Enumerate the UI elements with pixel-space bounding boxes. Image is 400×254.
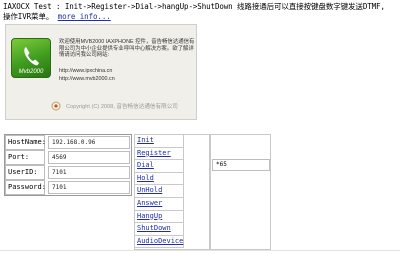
- dial-panel: [210, 134, 271, 250]
- audiodevice-button[interactable]: AudioDevice: [135, 235, 184, 249]
- product-banner: Mvb2000 欢迎使用MVB2000 IAXPHONE 控件，音告畅信达通信有…: [5, 24, 197, 120]
- copyright-line: Copyright (C) 2008, 音告畅信达通信有限公司: [51, 99, 178, 113]
- password-input[interactable]: 7101: [48, 181, 130, 194]
- host-input[interactable]: 192.168.0.96: [48, 136, 130, 149]
- phone-handset-icon: [24, 47, 39, 66]
- intro-line-1: IAXOCX Test : Init->Register->Dial->hang…: [3, 2, 385, 11]
- host-label: HostName:: [5, 135, 46, 150]
- hangup-button[interactable]: HangUp: [135, 210, 184, 224]
- intro-text: IAXOCX Test : Init->Register->Dial->hang…: [3, 2, 399, 22]
- website-link-2[interactable]: http://www.mvb2000.cn: [59, 76, 115, 82]
- user-input[interactable]: 7101: [48, 166, 130, 179]
- intro-line-2-text: 操作IVR菜单。: [3, 12, 54, 21]
- company-logo-icon: [51, 101, 61, 111]
- port-label: Port:: [5, 150, 45, 165]
- bottom-divider: [0, 250, 400, 251]
- phone-logo-icon: Mvb2000: [11, 38, 51, 78]
- more-info-link[interactable]: more info...: [58, 12, 111, 21]
- banner-description: 欢迎使用MVB2000 IAXPHONE 控件，音告畅信达通信有限公司为中小企业…: [59, 39, 195, 59]
- website-link-1[interactable]: http://www.ipxchina.cn: [59, 68, 112, 74]
- dial-number-input[interactable]: *65: [212, 159, 270, 171]
- logo-text: Mvb2000: [18, 69, 44, 75]
- shutdown-button[interactable]: ShutDown: [135, 223, 184, 236]
- user-label: UserID:: [5, 165, 45, 180]
- copyright-text: Copyright (C) 2008, 音告畅信达通信有限公司: [66, 104, 178, 110]
- host-row: HostName: 192.168.0.96: [5, 135, 131, 150]
- unhold-button[interactable]: UnHold: [135, 185, 184, 198]
- dial-button[interactable]: Dial: [135, 160, 184, 173]
- init-button[interactable]: Init: [135, 135, 184, 148]
- intro-line-2: 操作IVR菜单。 more info...: [3, 12, 399, 22]
- answer-button[interactable]: Answer: [135, 198, 184, 211]
- hold-button[interactable]: Hold: [135, 172, 184, 186]
- port-input[interactable]: 4569: [48, 151, 130, 164]
- user-row: UserID: 7101: [5, 165, 131, 180]
- connection-form: HostName: 192.168.0.96 Port: 4569 UserID…: [4, 134, 132, 196]
- password-row: Password: 7101: [5, 180, 131, 195]
- register-button[interactable]: Register: [135, 147, 184, 161]
- port-row: Port: 4569: [5, 150, 131, 165]
- button-column: Init Register Dial Hold UnHold Answer Ha…: [134, 134, 210, 250]
- password-label: Password:: [5, 180, 46, 195]
